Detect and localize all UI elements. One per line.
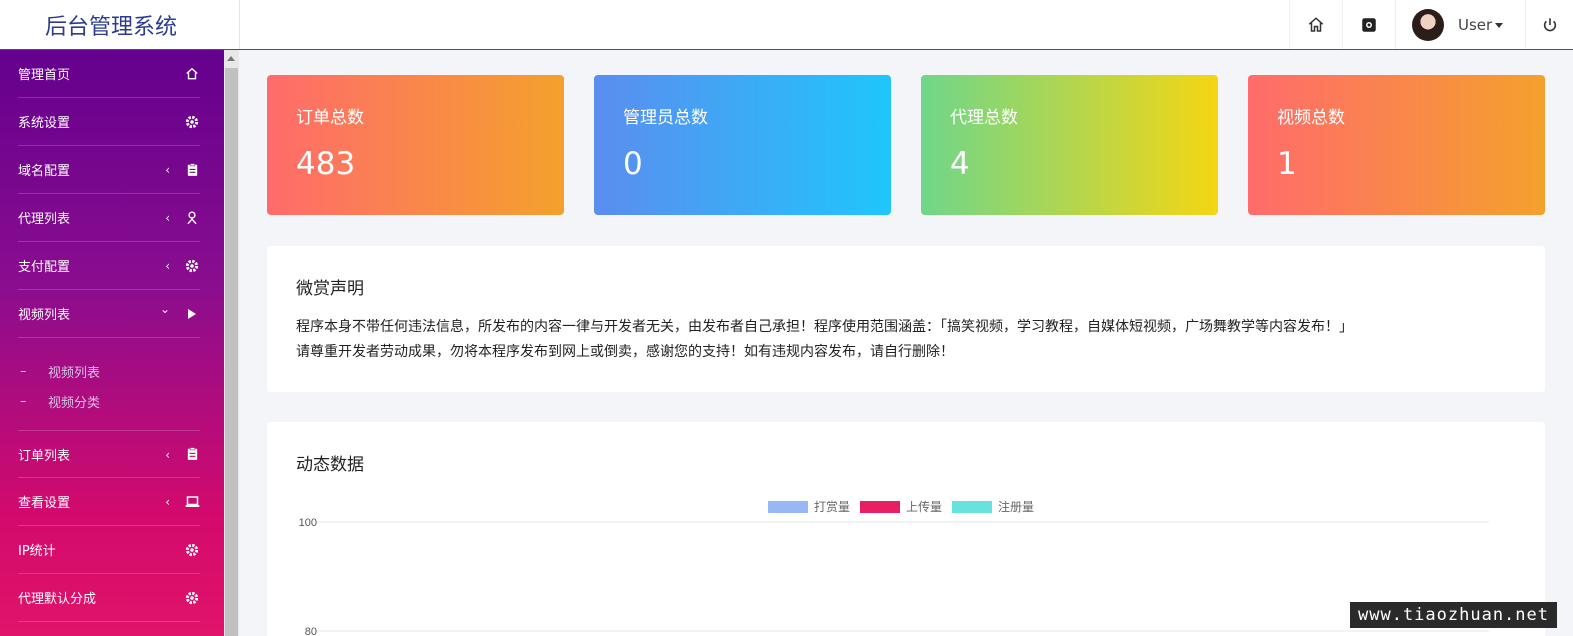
sidebar-item-domain-config[interactable]: 域名配置 ‹	[18, 146, 200, 194]
sidebar-item-home[interactable]: 管理首页	[18, 50, 200, 98]
chevron-down-icon: ⌄	[159, 302, 170, 316]
stat-card-admins: 管理员总数 0	[594, 75, 891, 215]
submenu-dash: –	[20, 393, 27, 409]
sidebar-scrollbar[interactable]	[224, 50, 239, 636]
chevron-left-icon: ‹	[165, 211, 170, 225]
submenu-item-label: 视频列表	[48, 365, 101, 381]
chevron-left-icon: ‹	[165, 163, 170, 177]
sidebar-item-label: 域名配置	[18, 164, 71, 179]
sidebar-item-view-settings[interactable]: 查看设置 ‹	[18, 478, 200, 526]
notice-line-1: 程序本身不带任何违法信息，所发布的内容一律与开发者无关，由发布者自己承担！程序使…	[296, 319, 1353, 335]
submenu-item-video-list[interactable]: – 视频列表	[18, 356, 200, 386]
video-submenu: – 视频列表 – 视频分类	[18, 338, 200, 430]
gear-icon	[184, 590, 200, 606]
chevron-left-icon: ‹	[165, 495, 170, 509]
sidebar-item-label: 查看设置	[18, 496, 71, 511]
sidebar-item-label: IP统计	[18, 544, 56, 559]
notice-title: 微赏声明	[296, 279, 364, 299]
app-title: 后台管理系统	[0, 0, 240, 49]
power-icon	[1543, 17, 1556, 31]
chart-title: 动态数据	[296, 455, 364, 475]
stat-card-videos: 视频总数 1	[1248, 75, 1545, 215]
gear-icon	[184, 258, 200, 274]
settings-button[interactable]	[1342, 0, 1395, 49]
stat-card-agents: 代理总数 4	[921, 75, 1218, 215]
stat-title: 管理员总数	[623, 108, 708, 128]
sidebar-item-order-list[interactable]: 订单列表 ‹	[18, 430, 200, 478]
notice-line-2: 请尊重开发者劳动成果，勿将本程序发布到网上或倒卖，感谢您的支持！如有违规内容发布…	[296, 344, 954, 360]
submenu-item-label: 视频分类	[48, 395, 101, 411]
chevron-left-icon: ‹	[165, 448, 170, 462]
settings-icon	[1362, 17, 1376, 32]
home-icon	[1308, 16, 1324, 32]
y-tick-label: 80	[305, 626, 317, 636]
top-spacer	[240, 0, 1289, 49]
stat-title: 订单总数	[296, 108, 364, 128]
sidebar-item-ip-stats[interactable]: IP统计	[18, 526, 200, 574]
scroll-thumb[interactable]	[225, 68, 238, 636]
home-icon	[184, 66, 200, 82]
notice-text: 程序本身不带任何违法信息，所发布的内容一律与开发者无关，由发布者自己承担！程序使…	[296, 315, 1516, 365]
sidebar-item-label: 管理首页	[18, 68, 71, 83]
user-name: User	[1458, 16, 1504, 34]
sidebar-item-label: 系统设置	[18, 116, 71, 131]
avatar	[1412, 8, 1444, 41]
stat-value: 4	[950, 146, 970, 182]
gear-icon	[184, 114, 200, 130]
play-icon	[184, 306, 200, 322]
sidebar-item-label: 支付配置	[18, 260, 71, 275]
sidebar-item-system-settings[interactable]: 系统设置	[18, 98, 200, 146]
sidebar-item-payment-config[interactable]: 支付配置 ‹	[18, 242, 200, 290]
laptop-icon	[184, 494, 200, 510]
stat-card-orders: 订单总数 483	[267, 75, 564, 215]
user-menu[interactable]: User	[1395, 0, 1525, 49]
notice-panel: 微赏声明 程序本身不带任何违法信息，所发布的内容一律与开发者无关，由发布者自己承…	[267, 246, 1545, 392]
clipboard-icon	[184, 446, 200, 462]
sidebar-item-label: 代理列表	[18, 212, 71, 227]
chevron-left-icon: ‹	[165, 259, 170, 273]
sidebar-item-label: 订单列表	[18, 448, 71, 464]
logout-button[interactable]	[1525, 0, 1573, 49]
sidebar-item-agent-list[interactable]: 代理列表 ‹	[18, 194, 200, 242]
sidebar-item-video-list[interactable]: 视频列表 ⌄	[18, 290, 200, 338]
clipboard-icon	[184, 162, 200, 178]
watermark: www.tiaozhuan.net	[1350, 602, 1557, 628]
scroll-up-arrow-icon[interactable]	[227, 56, 235, 61]
person-icon	[184, 210, 200, 226]
stat-title: 代理总数	[950, 108, 1018, 128]
caret-down-icon	[1495, 22, 1504, 28]
stat-title: 视频总数	[1277, 108, 1345, 128]
sidebar: 管理首页 系统设置 域名配置 ‹ 代理列表 ‹ 支付配置 ‹ 视频列表 ⌄ – …	[0, 50, 224, 636]
top-bar: 后台管理系统 User	[0, 0, 1573, 50]
home-button[interactable]	[1289, 0, 1342, 49]
stat-value: 1	[1277, 146, 1297, 182]
y-tick-label: 100	[299, 517, 317, 529]
stat-value: 483	[296, 146, 356, 182]
stat-value: 0	[623, 146, 643, 182]
submenu-item-video-category[interactable]: – 视频分类	[18, 386, 200, 416]
sidebar-item-label: 代理默认分成	[18, 592, 97, 607]
submenu-dash: –	[20, 363, 27, 379]
gear-icon	[184, 542, 200, 558]
sidebar-item-agent-default-share[interactable]: 代理默认分成	[18, 574, 200, 622]
